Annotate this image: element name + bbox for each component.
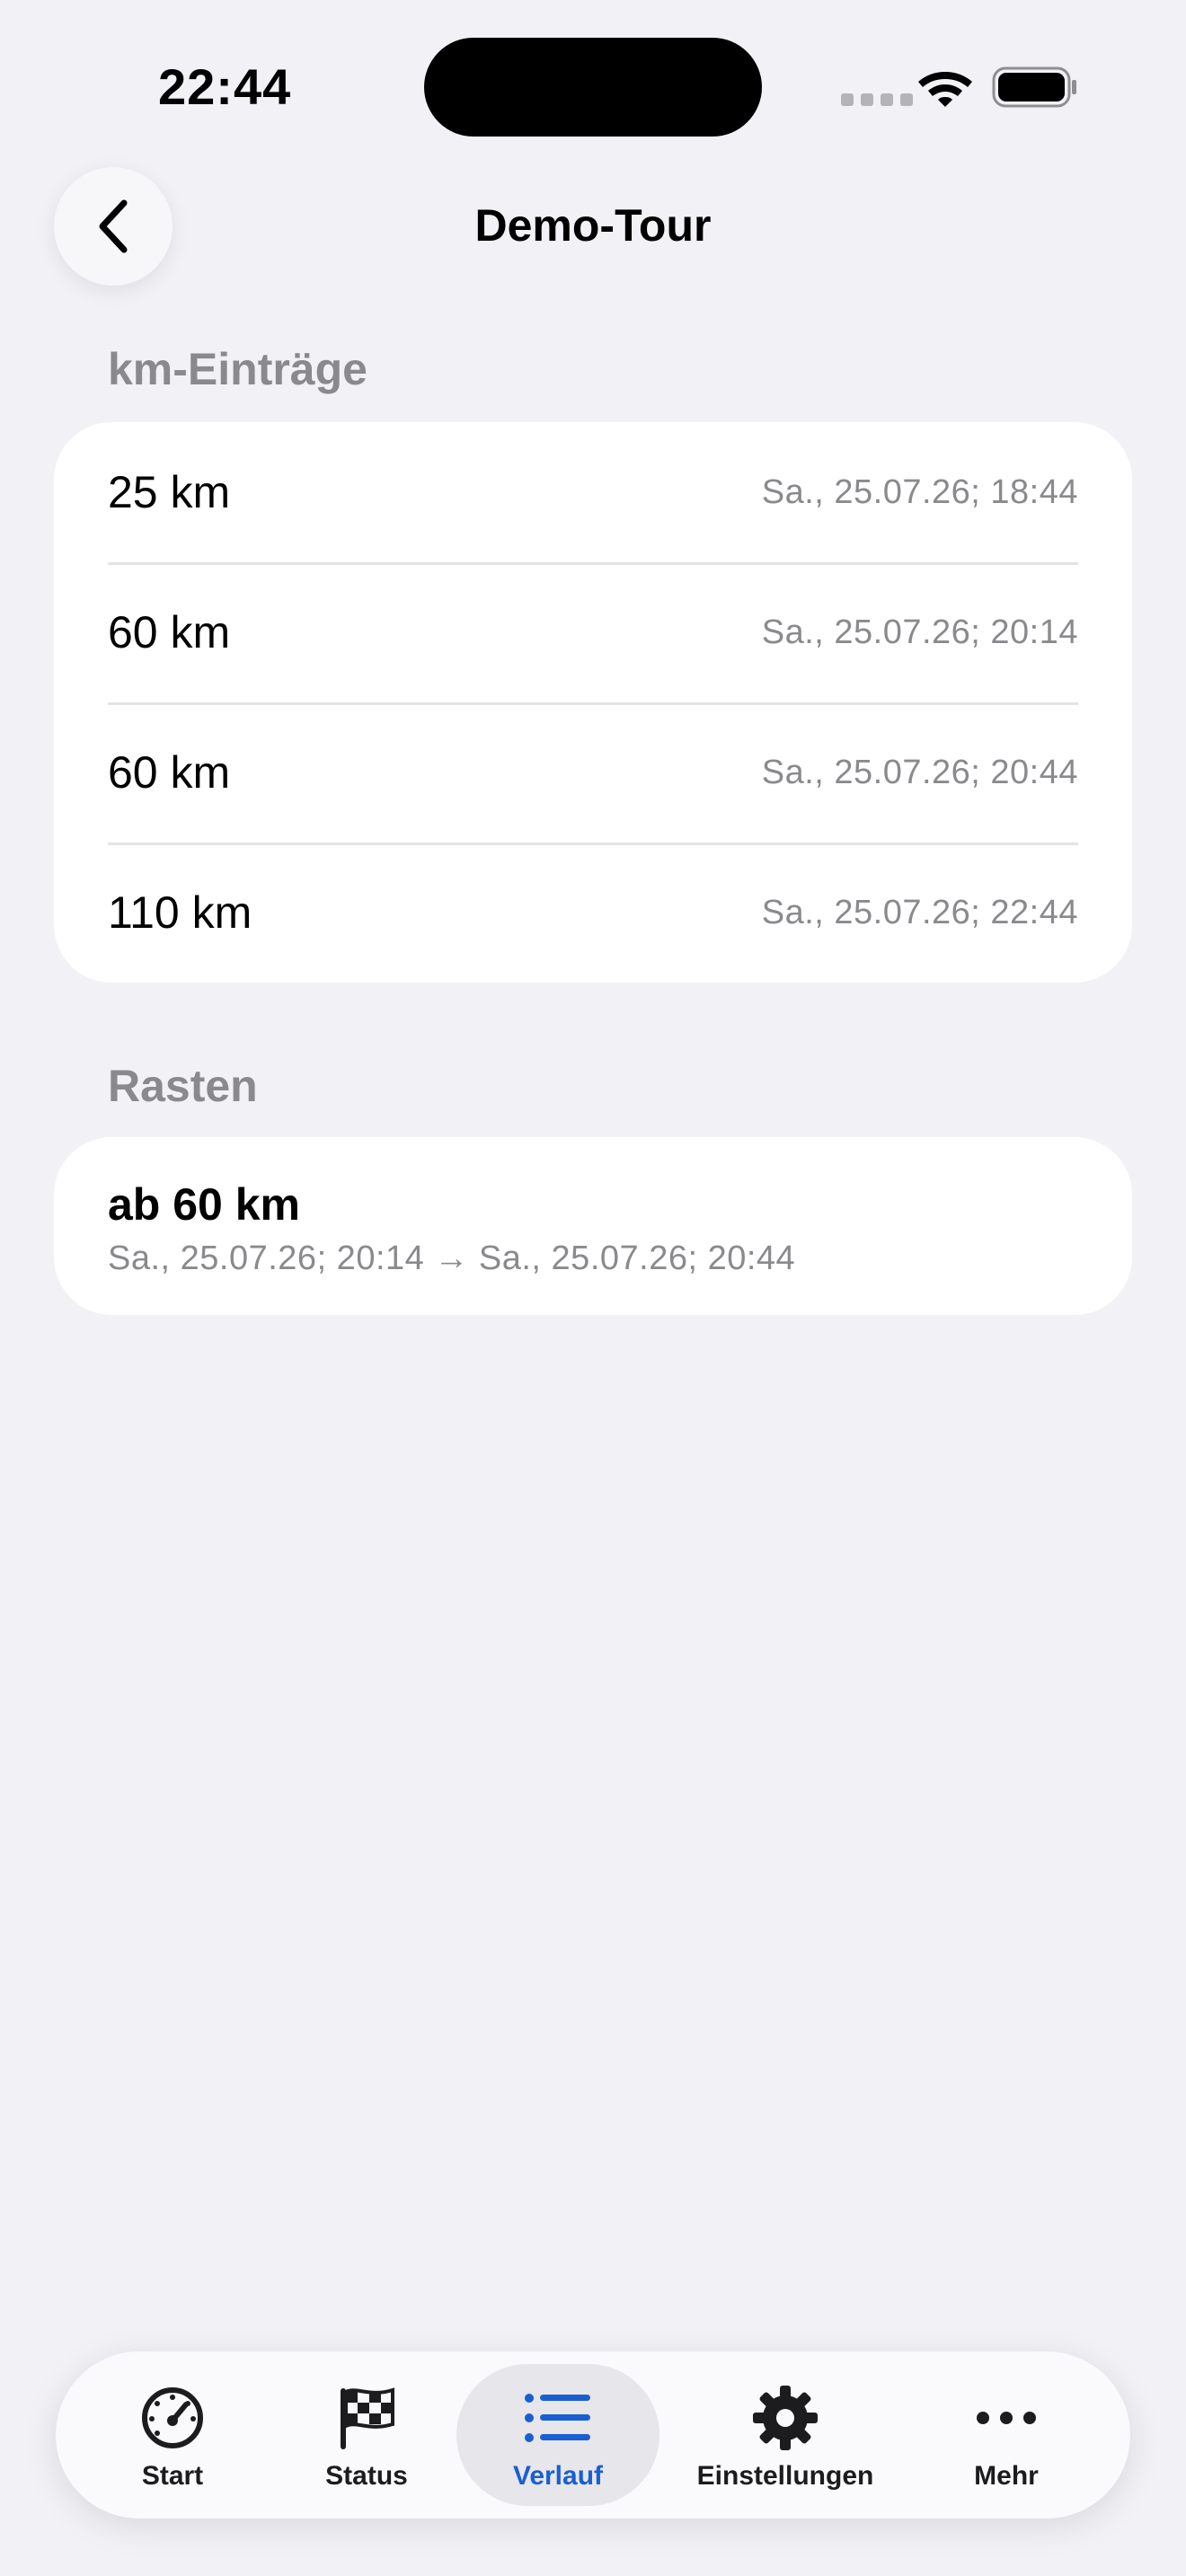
km-entry-row[interactable]: 60 km Sa., 25.07.26; 20:14: [54, 562, 1132, 702]
tab-mehr[interactable]: Mehr: [927, 2364, 1085, 2506]
cellular-signal-icon: [841, 93, 913, 106]
wifi-icon: [918, 72, 972, 107]
pause-time-range: Sa., 25.07.26; 20:14 → Sa., 25.07.26; 20…: [108, 1239, 796, 1277]
status-time: 22:44: [158, 58, 292, 115]
page-title: Demo-Tour: [474, 200, 712, 251]
km-entry-row[interactable]: 25 km Sa., 25.07.26; 18:44: [54, 422, 1132, 562]
pause-title: ab 60 km: [108, 1179, 301, 1230]
tab-bar: Start Status Verlauf Einstellungen Mehr: [56, 2351, 1130, 2519]
tab-label: Start: [141, 2461, 204, 2491]
dynamic-island: [424, 38, 762, 137]
km-distance: 25 km: [108, 467, 231, 517]
tab-verlauf[interactable]: Verlauf: [456, 2364, 659, 2506]
tab-label: Verlauf: [512, 2461, 604, 2491]
km-timestamp: Sa., 25.07.26; 20:44: [761, 753, 1078, 791]
km-timestamp: Sa., 25.07.26; 18:44: [761, 472, 1078, 511]
km-entries-list: 25 km Sa., 25.07.26; 18:44 60 km Sa., 25…: [54, 422, 1132, 983]
gear-icon: [753, 2386, 818, 2450]
km-timestamp: Sa., 25.07.26; 22:44: [761, 893, 1078, 931]
km-entry-row[interactable]: 60 km Sa., 25.07.26; 20:44: [54, 702, 1132, 842]
tab-einstellungen[interactable]: Einstellungen: [685, 2364, 886, 2506]
battery-icon: [992, 66, 1076, 108]
km-distance: 110 km: [108, 887, 252, 938]
tab-label: Mehr: [974, 2461, 1039, 2491]
checkered-flag-icon: [341, 2387, 394, 2449]
km-distance: 60 km: [108, 607, 231, 657]
pause-entry-card[interactable]: ab 60 km Sa., 25.07.26; 20:14 → Sa., 25.…: [54, 1137, 1132, 1315]
km-entry-row[interactable]: 110 km Sa., 25.07.26; 22:44: [54, 842, 1132, 983]
tab-start[interactable]: Start: [93, 2364, 252, 2506]
tab-label: Einstellungen: [696, 2461, 874, 2491]
ellipsis-icon: [977, 2412, 1036, 2424]
km-section-header: km-Einträge: [108, 344, 367, 394]
pause-section-header: Rasten: [108, 1061, 258, 1111]
list-icon: [525, 2394, 590, 2442]
km-distance: 60 km: [108, 747, 231, 798]
km-timestamp: Sa., 25.07.26; 20:14: [761, 613, 1078, 651]
speedometer-icon: [142, 2387, 203, 2448]
screen: 22:44 Demo-Tour km-Einträge 25 km Sa., 2…: [0, 0, 1186, 2576]
tab-status[interactable]: Status: [288, 2364, 446, 2506]
tab-label: Status: [325, 2461, 408, 2491]
